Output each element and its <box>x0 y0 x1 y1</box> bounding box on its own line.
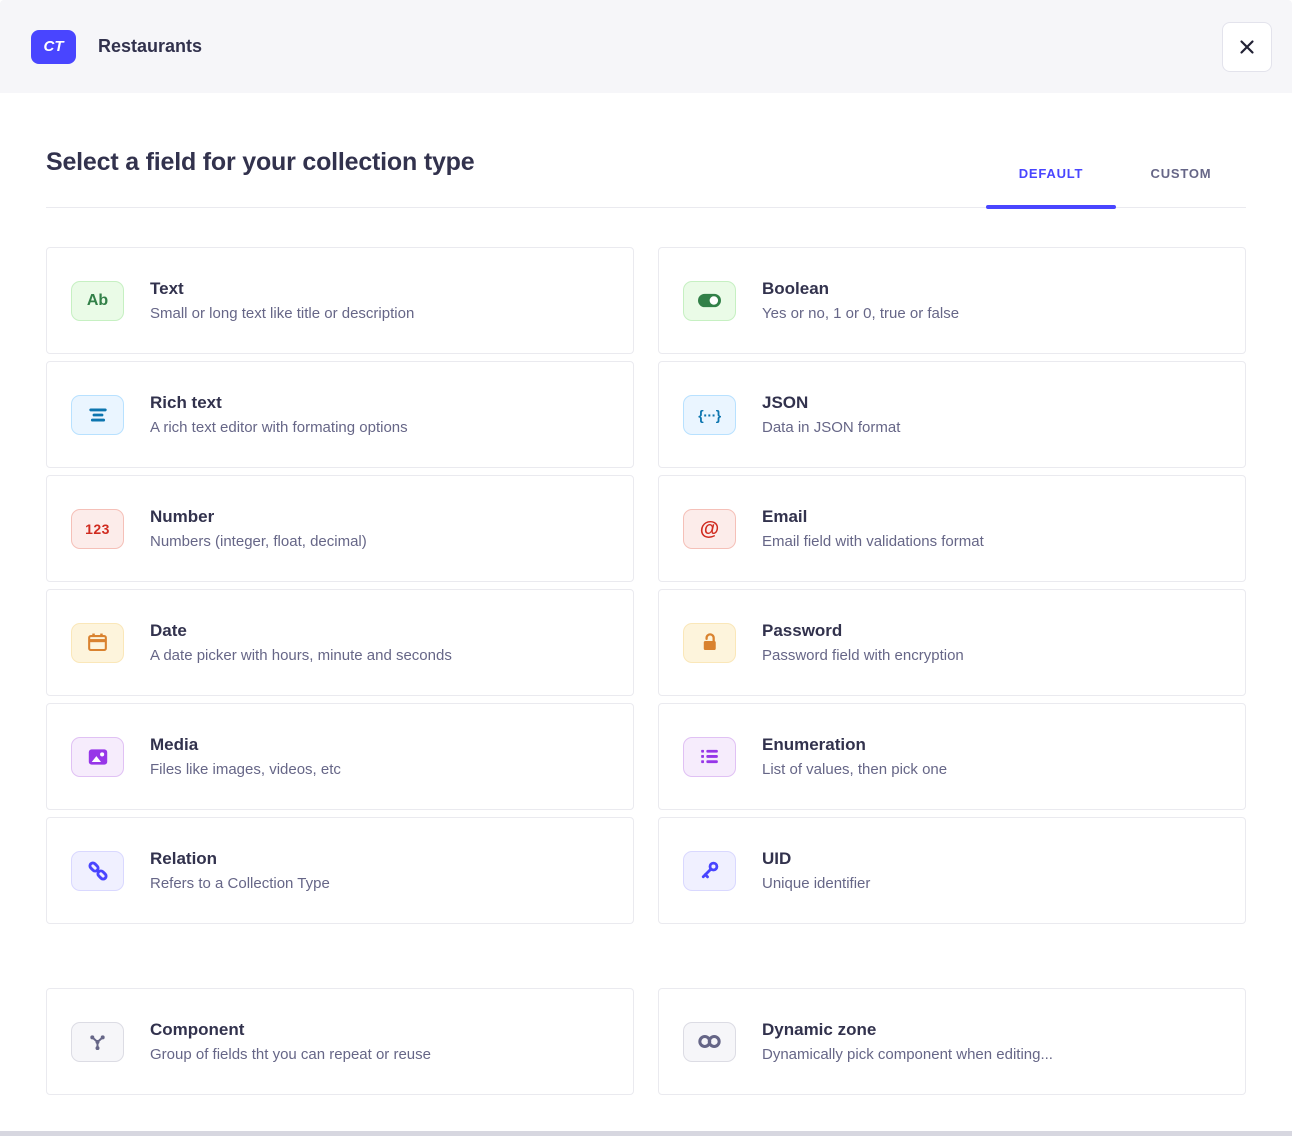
password-lock-icon <box>683 623 736 663</box>
field-card-json[interactable]: {···} JSON Data in JSON format <box>658 361 1246 468</box>
email-at-icon: @ <box>683 509 736 549</box>
field-title: Boolean <box>762 279 959 299</box>
enumeration-list-icon <box>683 737 736 777</box>
field-title: Text <box>150 279 414 299</box>
field-card-relation[interactable]: Relation Refers to a Collection Type <box>46 817 634 924</box>
field-title: Rich text <box>150 393 408 413</box>
field-card-dynamiczone[interactable]: Dynamic zone Dynamically pick component w… <box>658 988 1246 1095</box>
field-title: Password <box>762 621 964 641</box>
content-type-title: Restaurants <box>98 36 202 57</box>
field-description: Small or long text like title or descrip… <box>150 305 414 322</box>
field-title: Component <box>150 1020 431 1040</box>
component-branch-icon <box>71 1022 124 1062</box>
field-description: Dynamically pick component when editing.… <box>762 1046 1053 1063</box>
number-123-icon-glyph: 123 <box>85 522 110 536</box>
field-card-media[interactable]: Media Files like images, videos, etc <box>46 703 634 810</box>
field-description: Password field with encryption <box>762 647 964 664</box>
close-button[interactable] <box>1222 22 1272 72</box>
json-braces-icon: {···} <box>683 395 736 435</box>
tab-default[interactable]: DEFAULT <box>986 156 1116 207</box>
media-picture-icon <box>71 737 124 777</box>
field-title: Dynamic zone <box>762 1020 1053 1040</box>
field-description: Numbers (integer, float, decimal) <box>150 533 367 550</box>
field-grid-default: Ab Text Small or long text like title or d… <box>46 247 1246 924</box>
text-ab-icon-glyph: Ab <box>87 293 108 309</box>
field-card-component[interactable]: Component Group of fields tht you can rep… <box>46 988 634 1095</box>
field-title: UID <box>762 849 870 869</box>
field-card-password[interactable]: Password Password field with encryption <box>658 589 1246 696</box>
field-description: Files like images, videos, etc <box>150 761 341 778</box>
field-title: JSON <box>762 393 900 413</box>
content-type-badge: CT <box>31 30 76 64</box>
tab-bar: DEFAULTCUSTOM <box>986 156 1246 207</box>
field-title: Enumeration <box>762 735 947 755</box>
field-card-boolean[interactable]: Boolean Yes or no, 1 or 0, true or false <box>658 247 1246 354</box>
field-title: Date <box>150 621 452 641</box>
boolean-toggle-icon <box>683 281 736 321</box>
field-card-uid[interactable]: UID Unique identifier <box>658 817 1246 924</box>
field-description: Email field with validations format <box>762 533 984 550</box>
field-description: A rich text editor with formating option… <box>150 419 408 436</box>
field-grid-advanced: Component Group of fields tht you can rep… <box>46 988 1246 1095</box>
field-description: Yes or no, 1 or 0, true or false <box>762 305 959 322</box>
close-icon <box>1236 36 1258 58</box>
field-description: A date picker with hours, minute and sec… <box>150 647 452 664</box>
field-title: Relation <box>150 849 330 869</box>
field-description: List of values, then pick one <box>762 761 947 778</box>
field-description: Data in JSON format <box>762 419 900 436</box>
uid-key-icon <box>683 851 736 891</box>
field-description: Unique identifier <box>762 875 870 892</box>
field-card-richtext[interactable]: Rich text A rich text editor with formati… <box>46 361 634 468</box>
rich-text-align-icon <box>71 395 124 435</box>
json-braces-icon-glyph: {···} <box>698 408 720 422</box>
number-123-icon: 123 <box>71 509 124 549</box>
relation-link-icon <box>71 851 124 891</box>
tab-custom[interactable]: CUSTOM <box>1116 156 1246 207</box>
modal-header: CT Restaurants <box>0 0 1292 93</box>
create-field-modal: CT Restaurants Select a field for your c… <box>0 0 1292 1136</box>
field-title: Media <box>150 735 341 755</box>
field-title: Number <box>150 507 367 527</box>
field-card-email[interactable]: @ Email Email field with validations forma… <box>658 475 1246 582</box>
field-title: Email <box>762 507 984 527</box>
field-card-date[interactable]: Date A date picker with hours, minute and… <box>46 589 634 696</box>
field-description: Group of fields tht you can repeat or re… <box>150 1046 431 1063</box>
field-card-text[interactable]: Ab Text Small or long text like title or d… <box>46 247 634 354</box>
field-description: Refers to a Collection Type <box>150 875 330 892</box>
text-ab-icon: Ab <box>71 281 124 321</box>
bottom-divider <box>0 1131 1292 1136</box>
email-at-icon-glyph: @ <box>700 519 720 539</box>
title-row: Select a field for your collection type … <box>46 93 1246 208</box>
modal-body: Select a field for your collection type … <box>0 93 1292 1095</box>
field-card-number[interactable]: 123 Number Numbers (integer, float, decima… <box>46 475 634 582</box>
dynamic-zone-infinity-icon <box>683 1022 736 1062</box>
date-calendar-icon <box>71 623 124 663</box>
field-card-enumeration[interactable]: Enumeration List of values, then pick one <box>658 703 1246 810</box>
